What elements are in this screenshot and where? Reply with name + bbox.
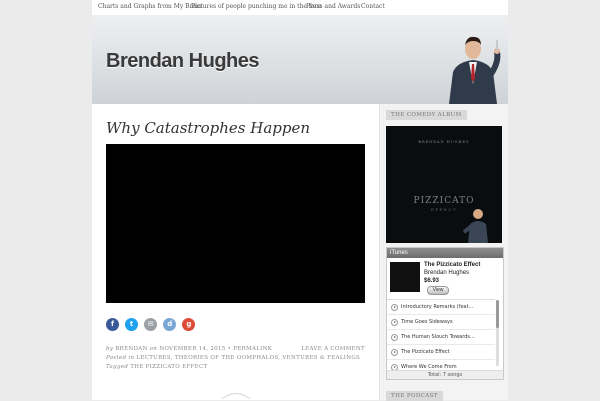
comedy-album-widget-title: THE COMEDY ALBUM [386, 110, 467, 120]
track-list-scrollbar[interactable] [496, 300, 499, 366]
nav-item-charts[interactable]: Charts and Graphs from My Brain [98, 3, 202, 10]
video-player[interactable] [106, 144, 365, 303]
page-wrapper: Charts and Graphs from My Brain Pictures… [92, 0, 508, 401]
leave-comment-link[interactable]: LEAVE A COMMENT [301, 346, 365, 352]
permalink-link[interactable]: PERMALINK [233, 346, 272, 352]
post-author[interactable]: BRENDAN [115, 346, 147, 352]
nav-item-pictures[interactable]: Pictures of people punching me in the fa… [191, 3, 322, 10]
digg-share-icon[interactable]: d [163, 318, 177, 331]
post-categories-line: Posted in LECTURES, THEORIES OF THE OOMP… [106, 355, 360, 361]
main-content: Why Catastrophes Happen f t ✉ d g by BRE… [92, 104, 380, 400]
post-categories[interactable]: LECTURES, THEORIES OF THE OOMPHALOS, VEN… [136, 355, 360, 361]
twitter-share-icon[interactable]: t [125, 318, 139, 331]
site-title[interactable]: Brendan Hughes [106, 50, 260, 73]
itunes-widget: iTunes The Pizzicato Effect Brendan Hugh… [386, 247, 504, 380]
itunes-artist: Brendan Hughes [424, 270, 470, 276]
scrollbar-thumb[interactable] [496, 300, 499, 328]
album-cover-artist: BRENDAN HUGHES [418, 140, 470, 144]
nav-item-press[interactable]: Press and Awards [306, 3, 360, 10]
post-date[interactable]: NOVEMBER 14, 2015 [159, 346, 225, 352]
meta-separator: • [227, 346, 232, 352]
itunes-header: iTunes [387, 248, 503, 258]
facebook-share-icon[interactable]: f [106, 318, 119, 331]
itunes-view-button[interactable]: View [427, 286, 449, 295]
email-share-icon[interactable]: ✉ [144, 318, 158, 331]
album-cover-figure [462, 209, 488, 243]
sidebar: THE COMEDY ALBUM BRENDAN HUGHES PIZZICAT… [380, 104, 508, 401]
googleplus-share-icon[interactable]: g [182, 318, 196, 331]
track-item[interactable]: Time Goes Sideways [387, 315, 495, 330]
nav-item-contact[interactable]: Contact [361, 3, 385, 10]
track-item[interactable]: Introductory Remarks (feat... [387, 300, 495, 315]
play-icon[interactable] [391, 349, 398, 356]
play-icon[interactable] [391, 319, 398, 326]
post-meta-byline: by BRENDAN on NOVEMBER 14, 2015 • PERMAL… [106, 346, 272, 352]
track-title: Time Goes Sideways [401, 319, 453, 325]
meta-by-label: by [106, 346, 114, 352]
posted-in-label: Posted in [106, 355, 135, 361]
itunes-track-list: Introductory Remarks (feat... Time Goes … [387, 299, 495, 372]
track-title: The Human Slouch Towards... [401, 334, 475, 340]
play-icon[interactable] [391, 334, 398, 341]
itunes-total-songs: Total: 7 songs [387, 370, 503, 379]
post-tags[interactable]: THE PIZZICATO EFFECT [130, 364, 207, 370]
track-item[interactable]: The Pizzicato Effect [387, 345, 495, 360]
album-cover[interactable]: BRENDAN HUGHES PIZZICATO EFFECT [386, 126, 502, 243]
itunes-price: $6.93 [424, 278, 440, 284]
top-navigation: Charts and Graphs from My Brain Pictures… [92, 0, 508, 16]
meta-on-label: on [149, 346, 158, 352]
itunes-album-thumbnail[interactable] [390, 262, 420, 292]
tagged-label: Tagged [106, 364, 129, 370]
divider-ornament-icon [222, 393, 250, 400]
album-cover-title: PIZZICATO [413, 196, 475, 206]
track-title: The Pizzicato Effect [401, 349, 450, 355]
play-icon[interactable] [391, 304, 398, 311]
header-portrait-illustration [449, 36, 501, 104]
track-item[interactable]: The Human Slouch Towards... [387, 330, 495, 345]
itunes-album-title[interactable]: The Pizzicato Effect [424, 262, 480, 268]
post-tags-line: Tagged THE PIZZICATO EFFECT [106, 364, 207, 370]
share-buttons: f t ✉ d g [106, 311, 196, 331]
site-header: Brendan Hughes [92, 15, 508, 104]
track-title: Introductory Remarks (feat... [401, 304, 474, 310]
post-title[interactable]: Why Catastrophes Happen [106, 119, 310, 137]
